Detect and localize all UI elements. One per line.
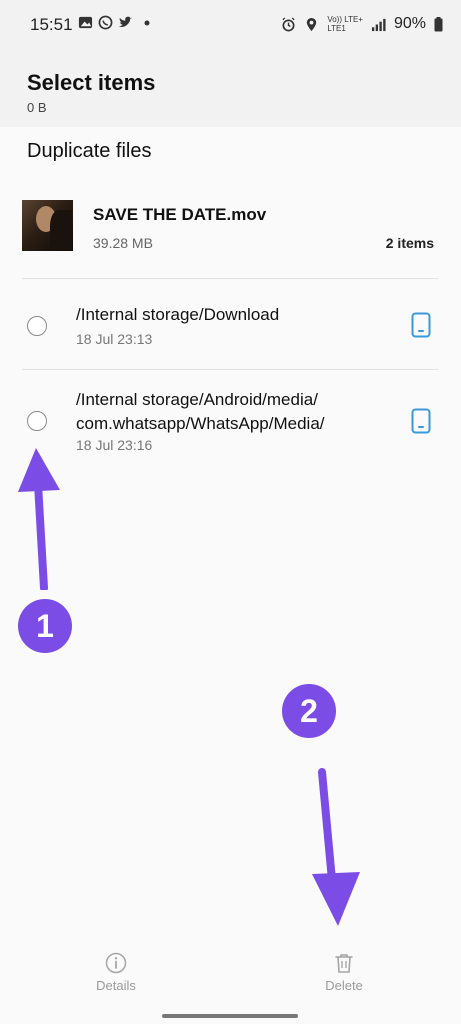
network-label-bottom: LTE1 [327, 24, 346, 33]
status-notification-icons [78, 15, 150, 30]
file-size: 39.28 MB [93, 235, 153, 251]
step-badge-2: 2 [282, 684, 336, 738]
file-path: /Internal storage/Android/media/ com.wha… [76, 388, 325, 436]
network-label: Vo)) LTE+ LTE1 [327, 15, 363, 33]
file-date: 18 Jul 23:13 [76, 331, 153, 347]
step-badge-1: 1 [18, 599, 72, 653]
video-thumbnail [22, 200, 73, 251]
file-path-line-2: com.whatsapp/WhatsApp/Media/ [76, 414, 325, 433]
whatsapp-icon [98, 15, 113, 30]
info-icon [105, 952, 127, 974]
status-system-icons: Vo)) LTE+ LTE1 90% [281, 15, 443, 33]
file-path: /Internal storage/Download [76, 303, 279, 327]
trash-icon [335, 954, 353, 973]
battery-percent: 90% [393, 15, 426, 32]
selected-size: 0 B [27, 100, 47, 115]
arrow-up-icon [18, 448, 60, 590]
delete-button[interactable]: Delete [304, 952, 384, 993]
navigation-handle[interactable] [162, 1014, 298, 1018]
dot-icon [144, 20, 150, 25]
page-header: Select items 0 B [0, 52, 461, 127]
delete-label: Delete [325, 978, 363, 993]
file-name: SAVE THE DATE.mov [93, 205, 267, 224]
alarm-icon [282, 16, 295, 31]
duplicate-group: SAVE THE DATE.mov 39.28 MB 2 items [22, 200, 438, 252]
section-title: Duplicate files [27, 140, 152, 162]
bottom-action-bar: Details Delete [0, 940, 461, 1010]
signal-icon [371, 18, 386, 31]
battery-icon [434, 16, 443, 31]
phone-storage-icon [411, 312, 431, 338]
location-icon [307, 17, 317, 31]
list-item[interactable]: /Internal storage/Download 18 Jul 23:13 [0, 279, 461, 369]
network-label-top: Vo)) LTE+ [327, 15, 363, 24]
file-path-line: /Internal storage/Android/media/ [76, 390, 318, 409]
details-button[interactable]: Details [76, 952, 156, 993]
details-label: Details [96, 978, 136, 993]
select-radio[interactable] [27, 411, 47, 431]
twitter-icon [118, 16, 133, 27]
page-title: Select items [27, 70, 156, 95]
select-radio[interactable] [27, 316, 47, 336]
duplicate-count: 2 items [385, 235, 434, 251]
phone-storage-icon [411, 408, 431, 434]
gallery-icon [78, 16, 93, 29]
list-item[interactable]: /Internal storage/Android/media/ com.wha… [0, 370, 461, 470]
status-bar: 15:51 Vo)) LTE+ LTE1 90% [0, 0, 461, 52]
arrow-down-icon [312, 768, 360, 926]
file-path-line: /Internal storage/Download [76, 305, 280, 324]
file-date: 18 Jul 23:16 [76, 437, 153, 453]
status-time: 15:51 [30, 15, 73, 34]
